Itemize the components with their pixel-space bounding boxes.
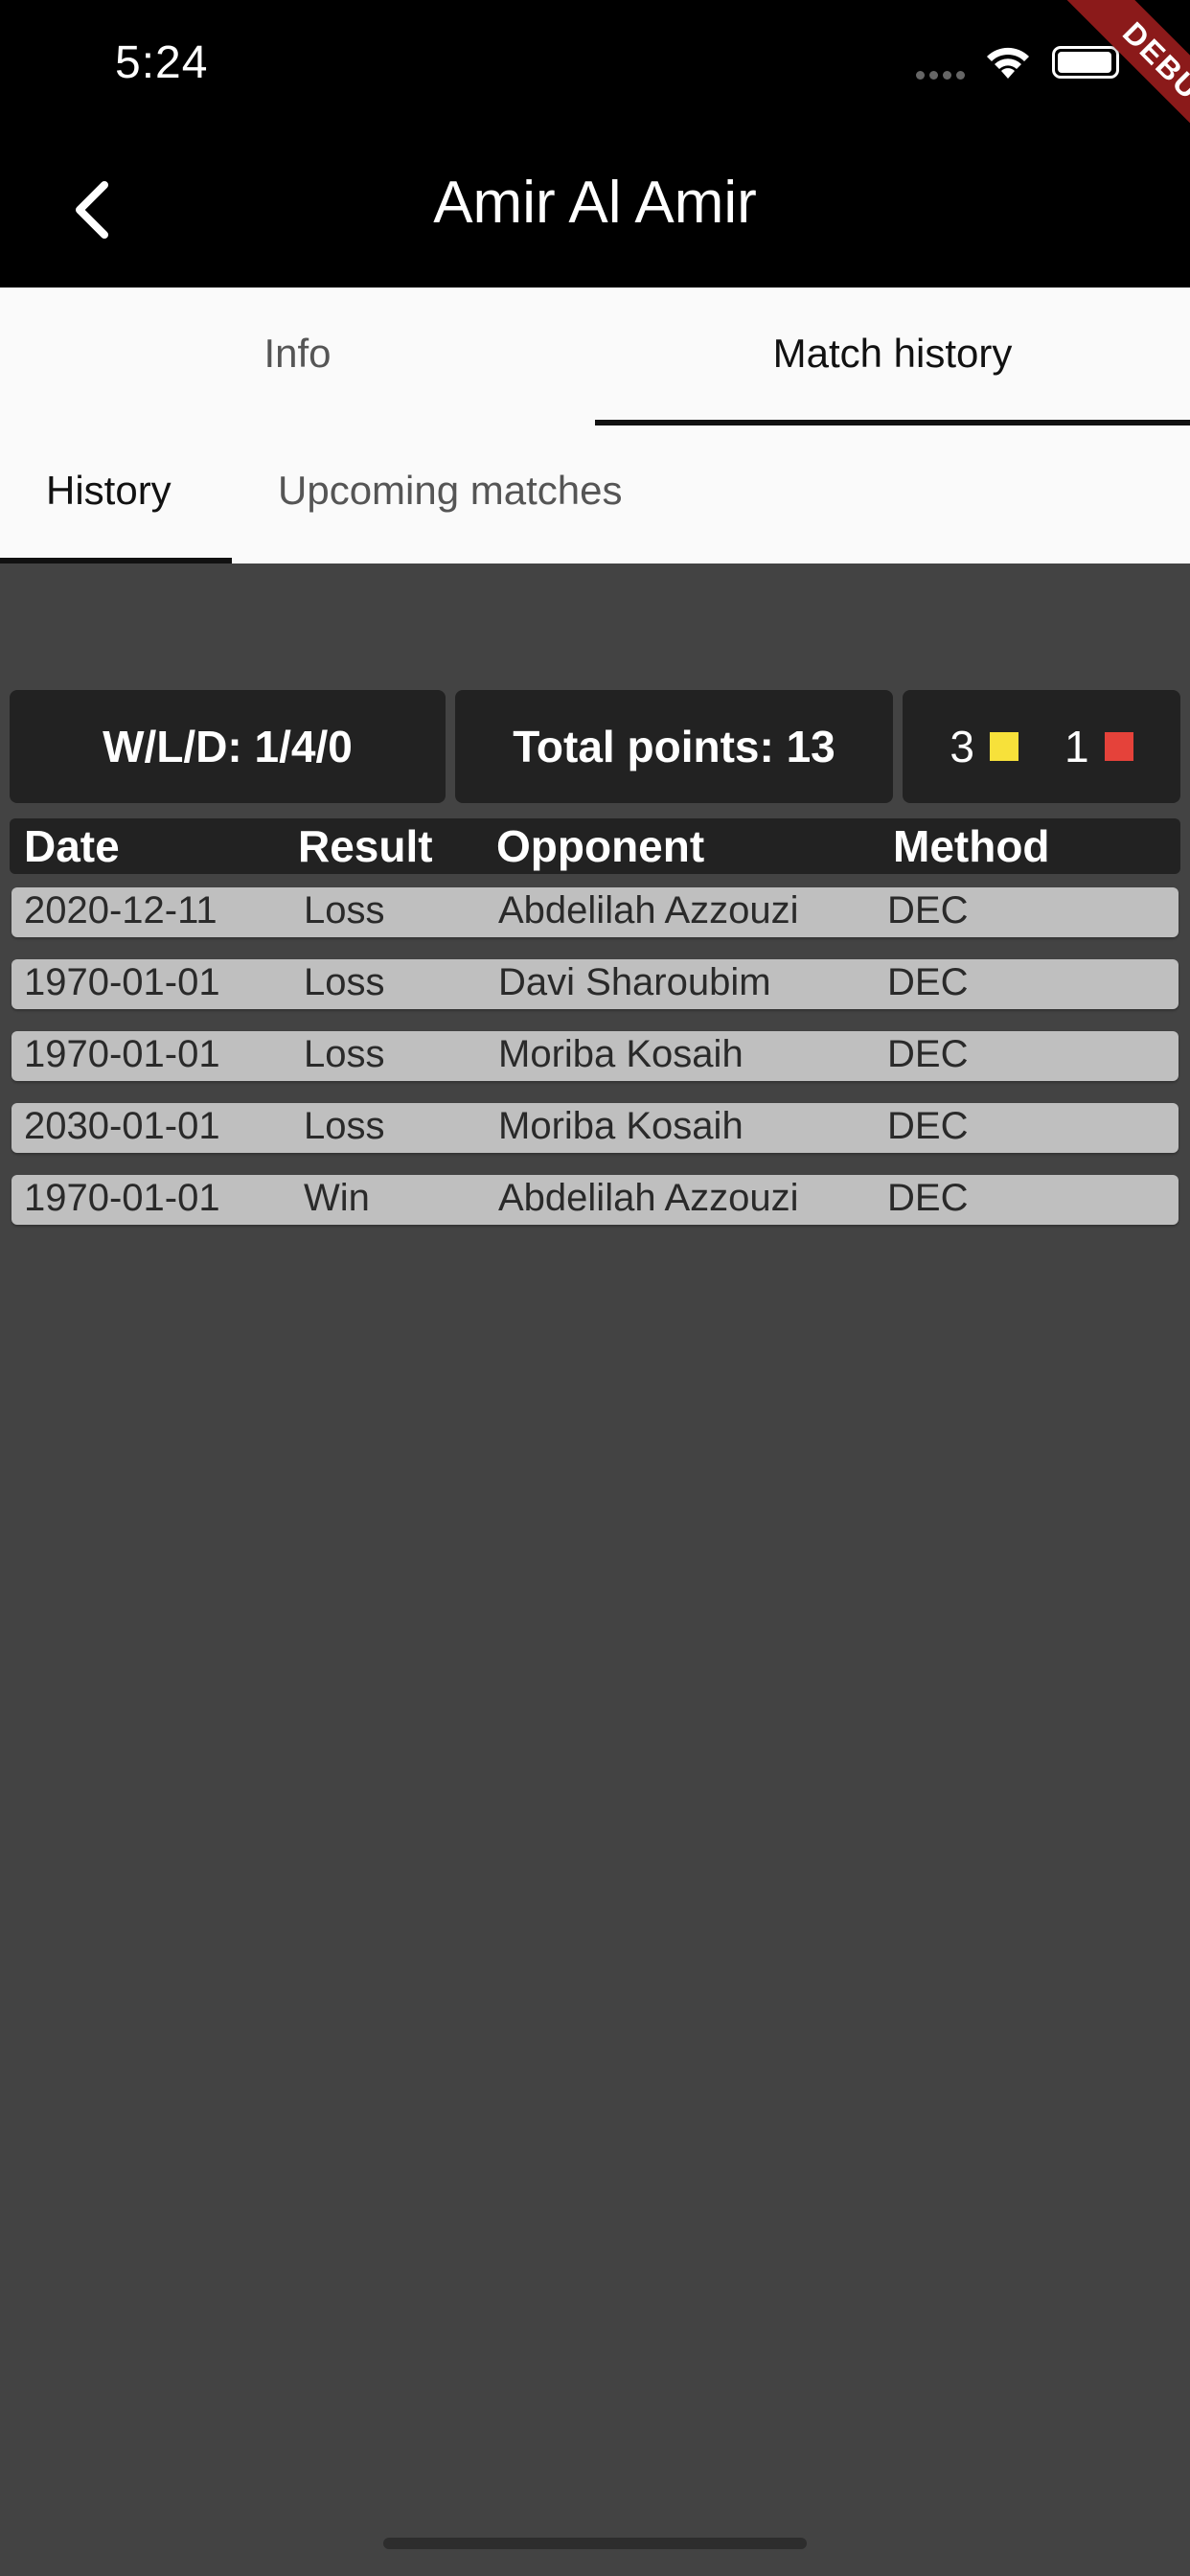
table-row[interactable]: 1970-01-01 Loss Moriba Kosaih DEC: [11, 1031, 1179, 1081]
status-time: 5:24: [115, 37, 209, 88]
total-points-stat: Total points: 13: [455, 690, 893, 803]
tab-match-history[interactable]: Match history: [595, 288, 1190, 426]
column-header-opponent: Opponent: [496, 821, 705, 871]
win-loss-draw-stat: W/L/D: 1/4/0: [10, 690, 446, 803]
cell-result: Loss: [304, 961, 385, 1003]
table-row[interactable]: 1970-01-01 Loss Davi Sharoubim DEC: [11, 959, 1179, 1009]
cell-date: 1970-01-01: [24, 1033, 220, 1075]
match-table-header: Date Result Opponent Method: [10, 818, 1180, 874]
column-header-method: Method: [893, 821, 1050, 871]
cell-date: 2030-01-01: [24, 1105, 220, 1147]
sub-tab-bar: History Upcoming matches: [0, 426, 1190, 564]
table-row[interactable]: 2020-12-11 Loss Abdelilah Azzouzi DEC: [11, 887, 1179, 937]
red-card-icon: [1104, 732, 1133, 761]
cell-result: Win: [304, 1177, 370, 1219]
column-header-date: Date: [24, 821, 120, 871]
match-table-body: 2020-12-11 Loss Abdelilah Azzouzi DEC 19…: [11, 887, 1179, 1247]
page-title: Amir Al Amir: [433, 170, 757, 236]
yellow-card-icon: [990, 732, 1018, 761]
cell-date: 2020-12-11: [24, 889, 217, 932]
tab-history[interactable]: History: [0, 426, 232, 564]
cards-stat: 3 1: [903, 690, 1180, 803]
cell-opponent: Moriba Kosaih: [498, 1105, 744, 1147]
cell-method: DEC: [887, 1177, 969, 1219]
stats-row: W/L/D: 1/4/0 Total points: 13 3 1: [10, 690, 1180, 803]
cellular-signal-icon: [916, 71, 965, 80]
app-bar: Amir Al Amir: [0, 128, 1190, 288]
cell-method: DEC: [887, 1105, 969, 1147]
cell-opponent: Abdelilah Azzouzi: [498, 889, 799, 932]
cell-method: DEC: [887, 889, 969, 932]
screen: 5:24 DEBUG Amir Al Amir Info Match histo…: [0, 0, 1190, 2576]
cell-opponent: Abdelilah Azzouzi: [498, 1177, 799, 1219]
column-header-result: Result: [298, 821, 433, 871]
tab-upcoming-matches[interactable]: Upcoming matches: [232, 426, 668, 564]
table-row[interactable]: 2030-01-01 Loss Moriba Kosaih DEC: [11, 1103, 1179, 1153]
home-indicator[interactable]: [383, 2538, 807, 2549]
cell-result: Loss: [304, 1033, 385, 1075]
cell-date: 1970-01-01: [24, 1177, 220, 1219]
top-tab-bar: Info Match history: [0, 288, 1190, 426]
cell-opponent: Moriba Kosaih: [498, 1033, 744, 1075]
cell-result: Loss: [304, 889, 385, 932]
cell-method: DEC: [887, 961, 969, 1003]
yellow-card-count: 3: [950, 722, 974, 771]
cell-date: 1970-01-01: [24, 961, 220, 1003]
cell-result: Loss: [304, 1105, 385, 1147]
red-card-count: 1: [1064, 722, 1089, 771]
cell-opponent: Davi Sharoubim: [498, 961, 771, 1003]
tab-info[interactable]: Info: [0, 288, 595, 426]
table-row[interactable]: 1970-01-01 Win Abdelilah Azzouzi DEC: [11, 1175, 1179, 1225]
cell-method: DEC: [887, 1033, 969, 1075]
